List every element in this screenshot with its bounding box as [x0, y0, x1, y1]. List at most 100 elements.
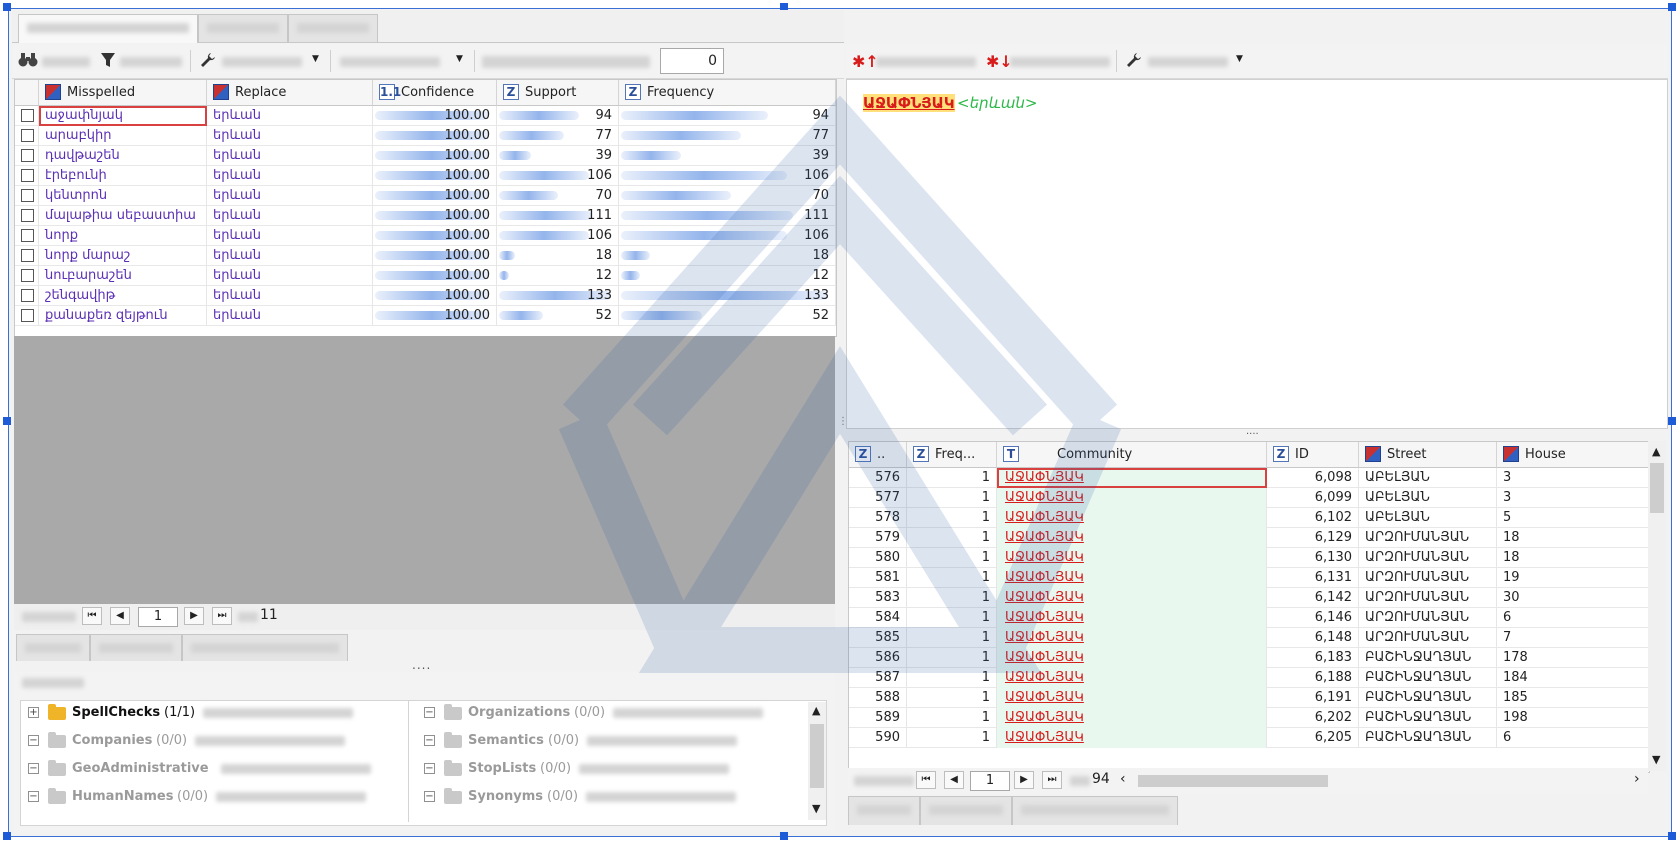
street-cell[interactable]: ԲԱՇԻՆՋԱՂՅԱՆ — [1359, 708, 1497, 728]
freq-cell[interactable]: 1 — [907, 708, 997, 728]
replace-cell[interactable]: երևան — [207, 306, 373, 326]
street-cell[interactable]: ԱՐԶՈՒՄԱՆՅԱՆ — [1359, 528, 1497, 548]
street-cell[interactable]: ԱՐԶՈՒՄԱՆՅԱՆ — [1359, 628, 1497, 648]
row-checkbox[interactable] — [21, 269, 34, 282]
id-cell[interactable]: 6,183 — [1267, 648, 1359, 668]
column-header[interactable]: Z Frequency — [619, 80, 836, 106]
support-cell[interactable]: 18 — [497, 246, 619, 266]
column-header[interactable]: 1.1 Confidence — [373, 80, 497, 106]
support-cell[interactable]: 52 — [497, 306, 619, 326]
freq-cell[interactable]: 1 — [907, 668, 997, 688]
scroll-left-icon[interactable]: ‹ — [1120, 771, 1126, 787]
confidence-cell[interactable]: 100.00 — [373, 166, 497, 186]
confidence-cell[interactable]: 100.00 — [373, 226, 497, 246]
misspelled-cell[interactable]: էրեբունի — [39, 166, 207, 186]
resize-handle[interactable] — [3, 832, 11, 840]
frequency-cell[interactable]: 18 — [619, 246, 836, 266]
table-row[interactable]: աջափնյակ երևան 100.00 94 94 — [15, 106, 836, 126]
row-number-cell[interactable]: 580 — [849, 548, 907, 568]
row-checkbox-cell[interactable] — [15, 106, 39, 126]
row-checkbox-cell[interactable] — [15, 146, 39, 166]
community-cell[interactable]: ԱՋԱՓՆՅԱԿ — [997, 628, 1267, 648]
confidence-cell[interactable]: 100.00 — [373, 306, 497, 326]
bottom-tab-1[interactable] — [848, 796, 920, 825]
column-header[interactable]: Replace — [207, 80, 373, 106]
freq-cell[interactable]: 1 — [907, 508, 997, 528]
house-cell[interactable]: 3 — [1497, 488, 1649, 508]
replace-cell[interactable]: երևան — [207, 166, 373, 186]
community-cell[interactable]: ԱՋԱՓՆՅԱԿ — [997, 488, 1267, 508]
replace-cell[interactable]: երևան — [207, 286, 373, 306]
row-checkbox[interactable] — [21, 249, 34, 262]
table-row[interactable]: 577 1 ԱՋԱՓՆՅԱԿ 6,099 ԱԲԵԼՅԱՆ 3 — [849, 488, 1649, 508]
house-cell[interactable]: 18 — [1497, 548, 1649, 568]
support-cell[interactable]: 106 — [497, 166, 619, 186]
first-page-button[interactable]: ⏮ — [916, 771, 936, 789]
id-cell[interactable]: 6,205 — [1267, 728, 1359, 748]
row-number-cell[interactable]: 581 — [849, 568, 907, 588]
community-cell[interactable]: ԱՋԱՓՆՅԱԿ — [997, 468, 1267, 488]
resize-handle[interactable] — [780, 832, 788, 840]
replace-cell[interactable]: երևան — [207, 126, 373, 146]
community-cell[interactable]: ԱՋԱՓՆՅԱԿ — [997, 728, 1267, 748]
freq-cell[interactable]: 1 — [907, 488, 997, 508]
community-cell[interactable]: ԱՋԱՓՆՅԱԿ — [997, 668, 1267, 688]
replace-cell[interactable]: երևան — [207, 186, 373, 206]
row-checkbox[interactable] — [21, 209, 34, 222]
table-row[interactable]: 585 1 ԱՋԱՓՆՅԱԿ 6,148 ԱՐԶՈՒՄԱՆՅԱՆ 7 — [849, 628, 1649, 648]
frequency-cell[interactable]: 52 — [619, 306, 836, 326]
misspelled-cell[interactable]: դավթաշեն — [39, 146, 207, 166]
row-checkbox[interactable] — [21, 309, 34, 322]
column-header[interactable]: Misspelled — [39, 80, 207, 106]
row-number-cell[interactable]: 583 — [849, 588, 907, 608]
id-cell[interactable]: 6,102 — [1267, 508, 1359, 528]
tree-item[interactable]: − HumanNames (0/0) — [26, 786, 406, 808]
dropdown-arrow-icon[interactable]: ▼ — [312, 54, 319, 64]
frequency-cell[interactable]: 70 — [619, 186, 836, 206]
table-row[interactable]: 586 1 ԱՋԱՓՆՅԱԿ 6,183 ԲԱՇԻՆՋԱՂՅԱՆ 178 — [849, 648, 1649, 668]
row-checkbox[interactable] — [21, 229, 34, 242]
table-row[interactable]: 588 1 ԱՋԱՓՆՅԱԿ 6,191 ԲԱՇԻՆՋԱՂՅԱՆ 185 — [849, 688, 1649, 708]
house-cell[interactable]: 6 — [1497, 608, 1649, 628]
tree-item[interactable]: − Synonyms (0/0) — [420, 786, 800, 808]
table-row[interactable]: դավթաշեն երևան 100.00 39 39 — [15, 146, 836, 166]
column-header[interactable]: Z ID — [1267, 442, 1359, 468]
misspelled-cell[interactable]: աջափնյակ — [39, 106, 207, 126]
confidence-cell[interactable]: 100.00 — [373, 286, 497, 306]
house-cell[interactable]: 6 — [1497, 728, 1649, 748]
bottom-tab-2[interactable] — [90, 634, 182, 661]
collapse-icon[interactable]: − — [424, 791, 435, 802]
row-checkbox[interactable] — [21, 149, 34, 162]
row-checkbox-cell[interactable] — [15, 306, 39, 326]
replace-cell[interactable]: երևան — [207, 226, 373, 246]
table-row[interactable]: մալաթիա սեբաստիա երևան 100.00 111 111 — [15, 206, 836, 226]
community-cell[interactable]: ԱՋԱՓՆՅԱԿ — [997, 608, 1267, 628]
confidence-cell[interactable]: 100.00 — [373, 266, 497, 286]
row-checkbox[interactable] — [21, 289, 34, 302]
dropdown-arrow-icon[interactable]: ▼ — [1236, 54, 1243, 64]
street-cell[interactable]: ԱՐԶՈՒՄԱՆՅԱՆ — [1359, 608, 1497, 628]
scroll-up-icon[interactable]: ▲ — [1652, 445, 1660, 458]
table-row[interactable]: 580 1 ԱՋԱՓՆՅԱԿ 6,130 ԱՐԶՈՒՄԱՆՅԱՆ 18 — [849, 548, 1649, 568]
support-cell[interactable]: 133 — [497, 286, 619, 306]
id-cell[interactable]: 6,148 — [1267, 628, 1359, 648]
confidence-cell[interactable]: 100.00 — [373, 106, 497, 126]
frequency-cell[interactable]: 94 — [619, 106, 836, 126]
misspelled-cell[interactable]: նորք — [39, 226, 207, 246]
id-cell[interactable]: 6,129 — [1267, 528, 1359, 548]
panel-splitter[interactable]: ⋮ — [838, 417, 848, 427]
sort-asc-icon[interactable]: ✱↑ — [852, 52, 879, 71]
tab-third[interactable] — [288, 14, 378, 42]
table-row[interactable]: արաբկիր երևան 100.00 77 77 — [15, 126, 836, 146]
frequency-cell[interactable]: 111 — [619, 206, 836, 226]
match-count-field[interactable]: 0 — [660, 48, 724, 74]
freq-cell[interactable]: 1 — [907, 648, 997, 668]
collapse-icon[interactable]: − — [28, 735, 39, 746]
house-cell[interactable]: 185 — [1497, 688, 1649, 708]
community-cell[interactable]: ԱՋԱՓՆՅԱԿ — [997, 708, 1267, 728]
row-number-cell[interactable]: 588 — [849, 688, 907, 708]
freq-cell[interactable]: 1 — [907, 628, 997, 648]
resize-handle[interactable] — [3, 417, 11, 425]
street-cell[interactable]: ԱԲԵԼՅԱՆ — [1359, 468, 1497, 488]
id-cell[interactable]: 6,130 — [1267, 548, 1359, 568]
